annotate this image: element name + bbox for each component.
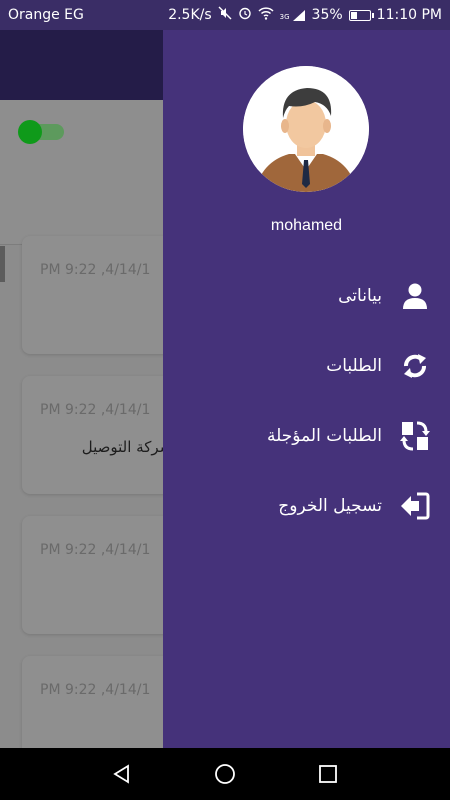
recents-button[interactable] — [308, 754, 348, 794]
avatar[interactable] — [243, 66, 369, 192]
order-date: PM 9:22 ,4/14/1 — [40, 682, 151, 698]
back-icon — [112, 764, 129, 784]
wifi-icon — [258, 6, 274, 24]
battery-percent: 35% — [311, 7, 343, 23]
clock: 11:10 PM — [376, 7, 442, 23]
home-button[interactable] — [205, 754, 245, 794]
battery-fill — [350, 11, 357, 19]
scroll-indicator — [0, 246, 5, 282]
refresh-icon — [398, 349, 432, 383]
menu-item-postponed-orders[interactable]: الطلبات المؤجلة — [163, 411, 450, 461]
home-icon — [215, 764, 235, 784]
menu-item-orders[interactable]: الطلبات — [163, 341, 450, 391]
availability-toggle[interactable] — [18, 120, 64, 144]
back-button[interactable] — [102, 754, 142, 794]
username: mohamed — [270, 217, 343, 234]
system-nav-bar — [0, 748, 450, 800]
alarm-icon — [238, 6, 252, 24]
navigation-drawer: mohamed بياناتى الطلبات الطلبات المؤجلة — [163, 30, 450, 748]
network-speed: 2.5K/s — [168, 7, 212, 23]
user-avatar-icon — [243, 66, 369, 192]
menu-item-profile[interactable]: بياناتى — [163, 271, 450, 321]
order-card[interactable]: PM 9:22 ,4/14/1 — [22, 516, 182, 634]
menu-item-label: تسجيل الخروج — [278, 496, 382, 516]
postponed-orders-icon — [398, 419, 432, 453]
status-icons: 2.5K/s 3G 35% 11:10 PM — [168, 6, 442, 24]
network-type-label: 3G — [279, 13, 290, 21]
toggle-knob — [18, 120, 42, 144]
menu-item-logout[interactable]: تسجيل الخروج — [163, 481, 450, 531]
logout-icon — [398, 489, 432, 523]
menu-item-label: بياناتى — [338, 286, 382, 306]
carrier-name: Orange EG — [8, 7, 84, 23]
menu-item-label: الطلبات المؤجلة — [267, 426, 382, 446]
order-card[interactable]: PM 9:22 ,4/14/1 — [22, 236, 182, 354]
cell-signal-icon: 3G — [280, 9, 306, 21]
menu-item-label: الطلبات — [326, 356, 382, 376]
mute-icon — [218, 6, 232, 24]
order-date: PM 9:22 ,4/14/1 — [40, 262, 151, 278]
recents-icon — [319, 765, 338, 783]
order-date: PM 9:22 ,4/14/1 — [40, 542, 151, 558]
status-bar: Orange EG 2.5K/s 3G 35% 11:10 PM — [0, 0, 450, 30]
user-icon — [398, 279, 432, 313]
battery-icon — [348, 9, 374, 21]
order-date: PM 9:22 ,4/14/1 — [40, 402, 151, 418]
order-card[interactable]: PM 9:22 ,4/14/1 ن شركة التوصيل — [22, 376, 188, 494]
